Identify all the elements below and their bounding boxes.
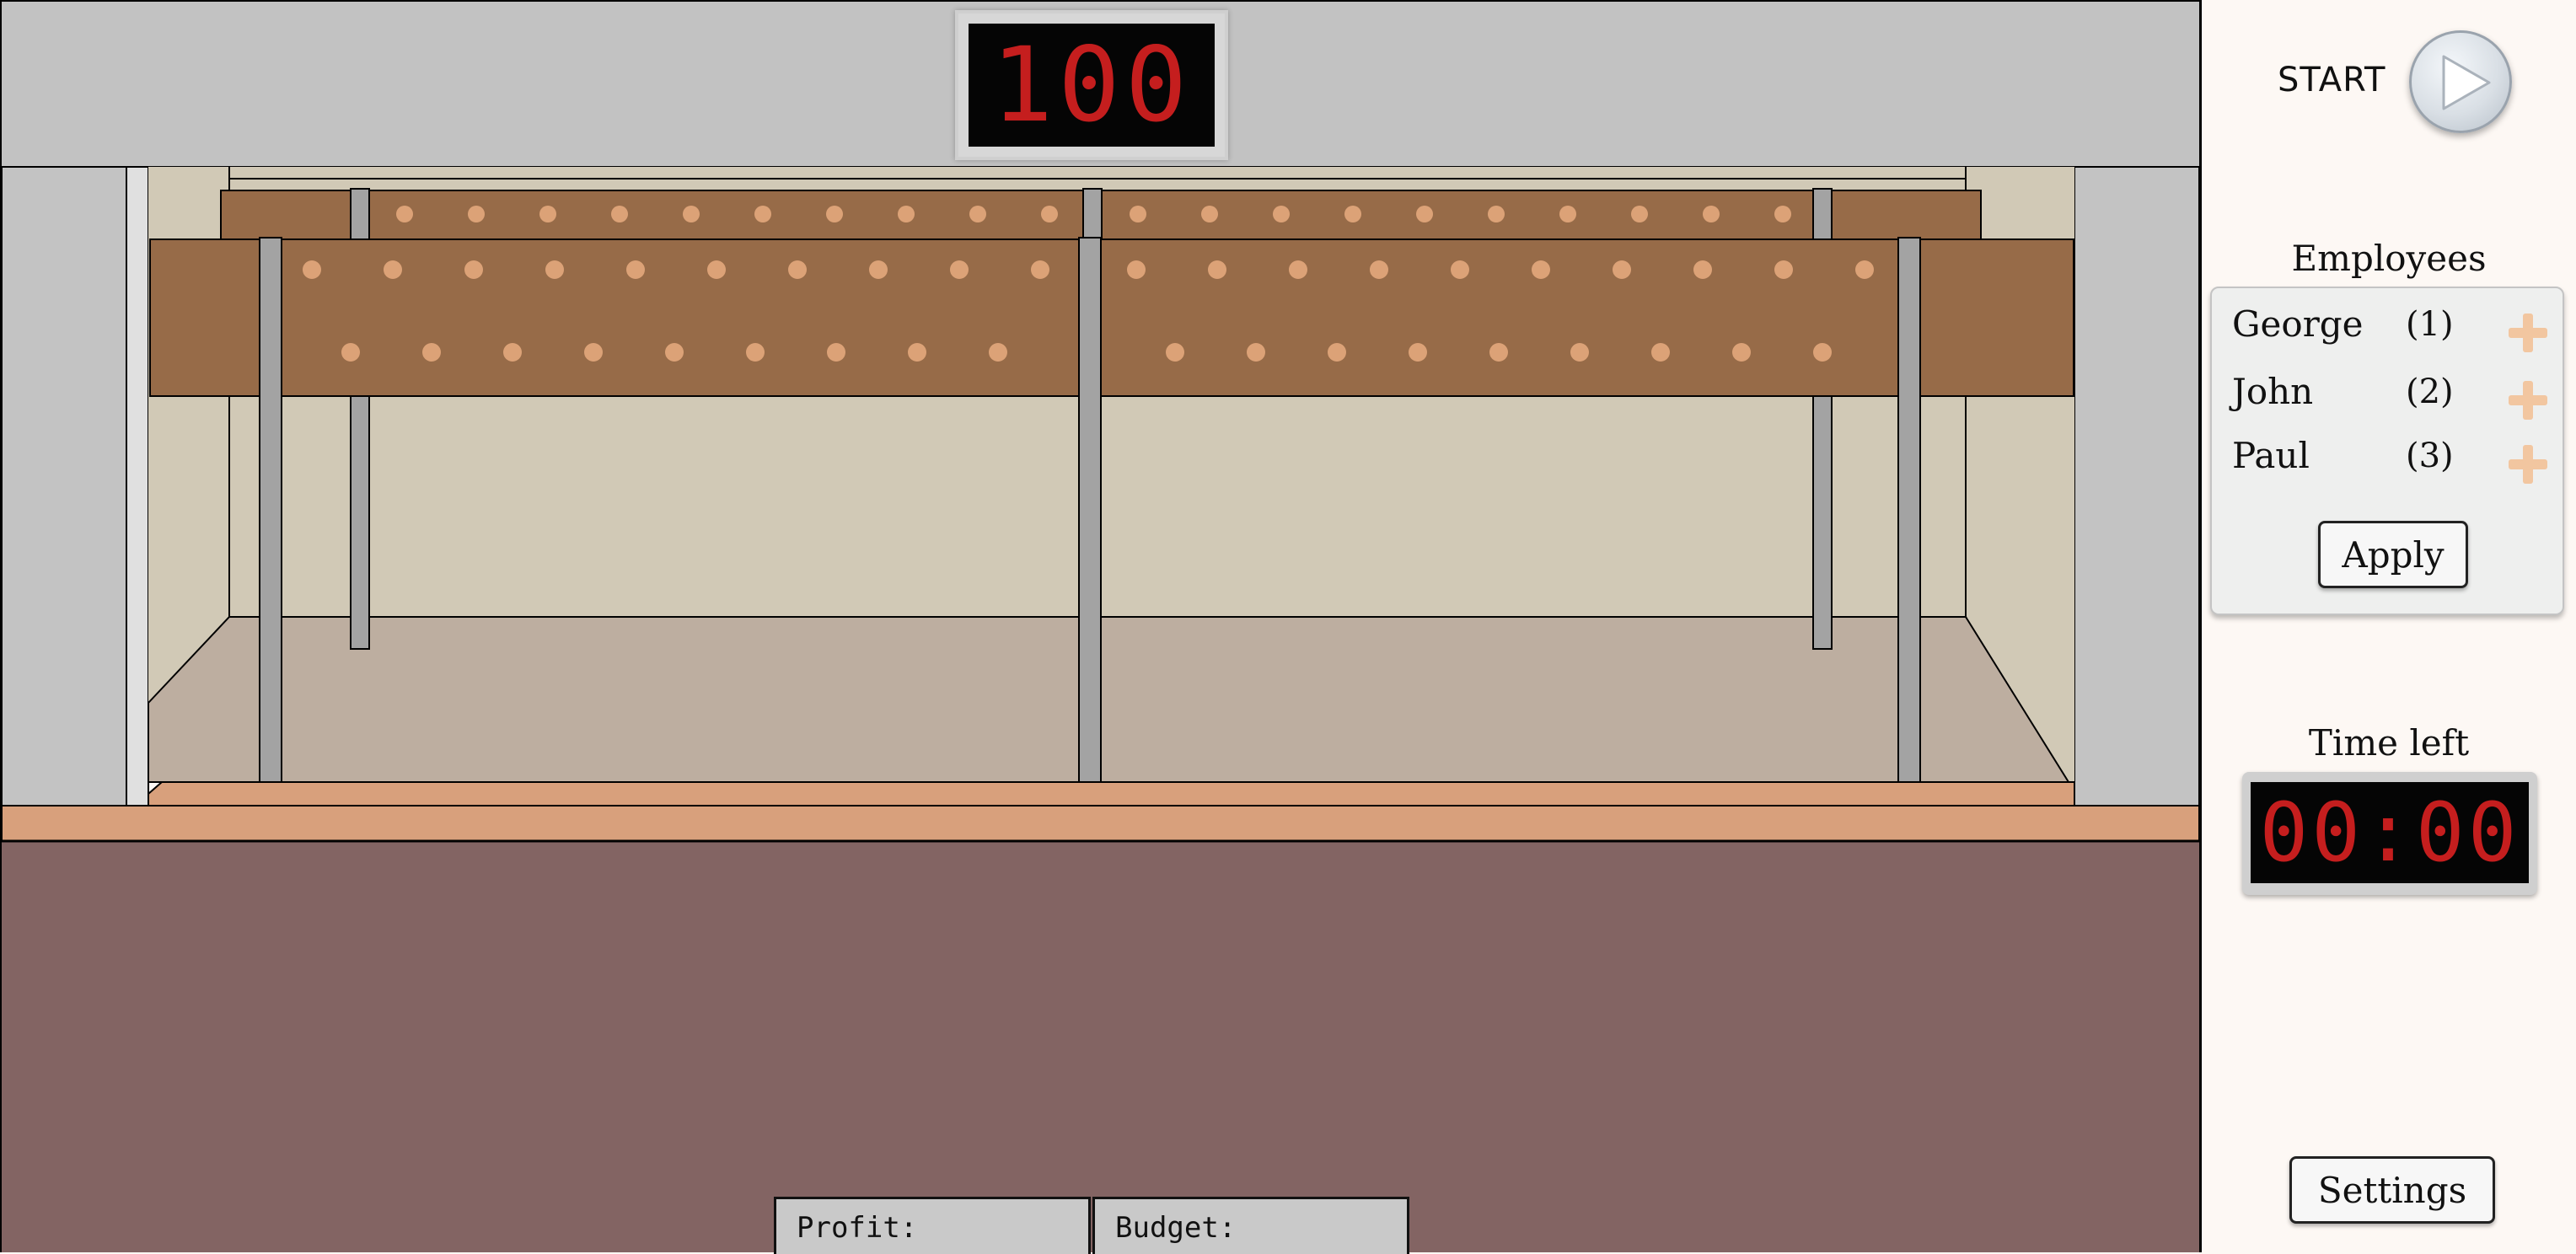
peg bbox=[1289, 260, 1307, 279]
left-pillar bbox=[2, 166, 127, 807]
workshop-room bbox=[2, 2, 2199, 1252]
peg bbox=[1732, 343, 1751, 362]
employee-count: (2) bbox=[2406, 372, 2454, 411]
peg bbox=[1855, 260, 1874, 279]
front-pole bbox=[1897, 237, 1921, 783]
plus-icon[interactable] bbox=[2505, 378, 2551, 423]
peg bbox=[1031, 260, 1049, 279]
start-button[interactable] bbox=[2409, 30, 2512, 133]
settings-button[interactable]: Settings bbox=[2289, 1156, 2495, 1224]
peg bbox=[1774, 260, 1793, 279]
plus-icon[interactable] bbox=[2505, 442, 2551, 487]
peg bbox=[1409, 343, 1427, 362]
peg bbox=[707, 260, 726, 279]
peg bbox=[464, 260, 483, 279]
peg bbox=[539, 206, 556, 222]
peg bbox=[545, 260, 564, 279]
front-pole bbox=[259, 237, 282, 783]
budget-label: Budget: bbox=[1115, 1211, 1237, 1245]
peg bbox=[1370, 260, 1388, 279]
peg bbox=[869, 260, 888, 279]
peg bbox=[1703, 206, 1720, 222]
timer-display: 00:00 bbox=[2242, 772, 2537, 895]
peg bbox=[969, 206, 986, 222]
peg bbox=[1532, 260, 1550, 279]
score-display: 100 bbox=[955, 10, 1228, 160]
peg bbox=[1774, 206, 1791, 222]
peg bbox=[1559, 206, 1576, 222]
peg bbox=[1489, 343, 1508, 362]
score-value: 100 bbox=[990, 25, 1193, 145]
peg bbox=[1273, 206, 1290, 222]
peg bbox=[384, 260, 402, 279]
peg bbox=[1631, 206, 1648, 222]
peg bbox=[950, 260, 969, 279]
right-pillar bbox=[2074, 166, 2199, 807]
peg bbox=[754, 206, 771, 222]
start-label: START bbox=[2278, 61, 2386, 99]
employees-panel: George (1) John (2) Paul (3) Apply bbox=[2210, 287, 2564, 615]
peg bbox=[468, 206, 485, 222]
peg bbox=[1693, 260, 1712, 279]
peg bbox=[827, 343, 845, 362]
plus-icon[interactable] bbox=[2505, 310, 2551, 356]
peg bbox=[422, 343, 441, 362]
peg bbox=[1570, 343, 1589, 362]
peg bbox=[1130, 206, 1146, 222]
employee-count: (1) bbox=[2406, 305, 2454, 344]
floor bbox=[2, 841, 2199, 1252]
peg bbox=[989, 343, 1007, 362]
peg bbox=[503, 343, 522, 362]
employee-count: (3) bbox=[2406, 437, 2454, 475]
peg bbox=[1208, 260, 1226, 279]
peg bbox=[303, 260, 321, 279]
peg bbox=[1247, 343, 1265, 362]
peg bbox=[1344, 206, 1361, 222]
peg bbox=[1613, 260, 1631, 279]
peg bbox=[1201, 206, 1218, 222]
timer-value: 00:00 bbox=[2259, 785, 2520, 880]
peg bbox=[746, 343, 765, 362]
game-scene: 100 Profit: Budget: bbox=[0, 0, 2202, 1254]
peg bbox=[1127, 260, 1146, 279]
employees-title: Employees bbox=[2291, 238, 2487, 279]
peg bbox=[1488, 206, 1505, 222]
apply-button[interactable]: Apply bbox=[2318, 521, 2468, 588]
ledge bbox=[2, 805, 2199, 842]
peg bbox=[908, 343, 926, 362]
peg bbox=[584, 343, 603, 362]
peg bbox=[1166, 343, 1184, 362]
employee-row: George (1) bbox=[2212, 298, 2563, 357]
employee-name: John bbox=[2232, 371, 2314, 412]
peg bbox=[1451, 260, 1469, 279]
employee-row: Paul (3) bbox=[2212, 430, 2563, 489]
profit-label: Profit: bbox=[797, 1211, 918, 1245]
peg bbox=[1328, 343, 1346, 362]
peg bbox=[626, 260, 645, 279]
play-icon bbox=[2442, 55, 2491, 110]
employee-name: Paul bbox=[2232, 435, 2310, 476]
peg bbox=[1813, 343, 1832, 362]
peg bbox=[341, 343, 360, 362]
profit-field: Profit: bbox=[774, 1197, 1091, 1254]
peg bbox=[665, 343, 684, 362]
time-left-title: Time left bbox=[2308, 722, 2470, 764]
employee-name: George bbox=[2232, 303, 2364, 345]
peg bbox=[396, 206, 413, 222]
employee-row: John (2) bbox=[2212, 366, 2563, 425]
peg bbox=[788, 260, 807, 279]
room-floor bbox=[148, 616, 2070, 783]
peg bbox=[1416, 206, 1433, 222]
peg bbox=[826, 206, 843, 222]
front-pole bbox=[1078, 237, 1102, 783]
peg bbox=[683, 206, 700, 222]
budget-field: Budget: bbox=[1092, 1197, 1409, 1254]
peg bbox=[898, 206, 915, 222]
peg bbox=[611, 206, 628, 222]
peg bbox=[1651, 343, 1670, 362]
peg bbox=[1041, 206, 1058, 222]
side-panel: START Employees George (1) John (2) Paul… bbox=[2202, 0, 2576, 1252]
